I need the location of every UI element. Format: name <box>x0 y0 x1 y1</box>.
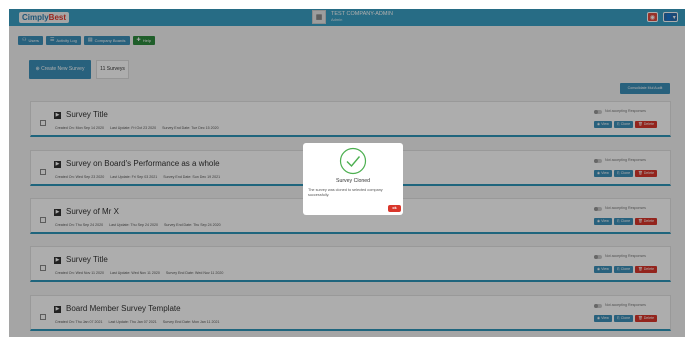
dialog-title: Survey Cloned <box>335 178 371 184</box>
dialog-ok-button[interactable]: ok <box>388 205 401 212</box>
dialog-message: The survey was cloned to selected compan… <box>308 188 383 197</box>
success-check-icon <box>339 147 367 175</box>
survey-cloned-dialog: Survey Cloned The survey was cloned to s… <box>303 143 403 215</box>
